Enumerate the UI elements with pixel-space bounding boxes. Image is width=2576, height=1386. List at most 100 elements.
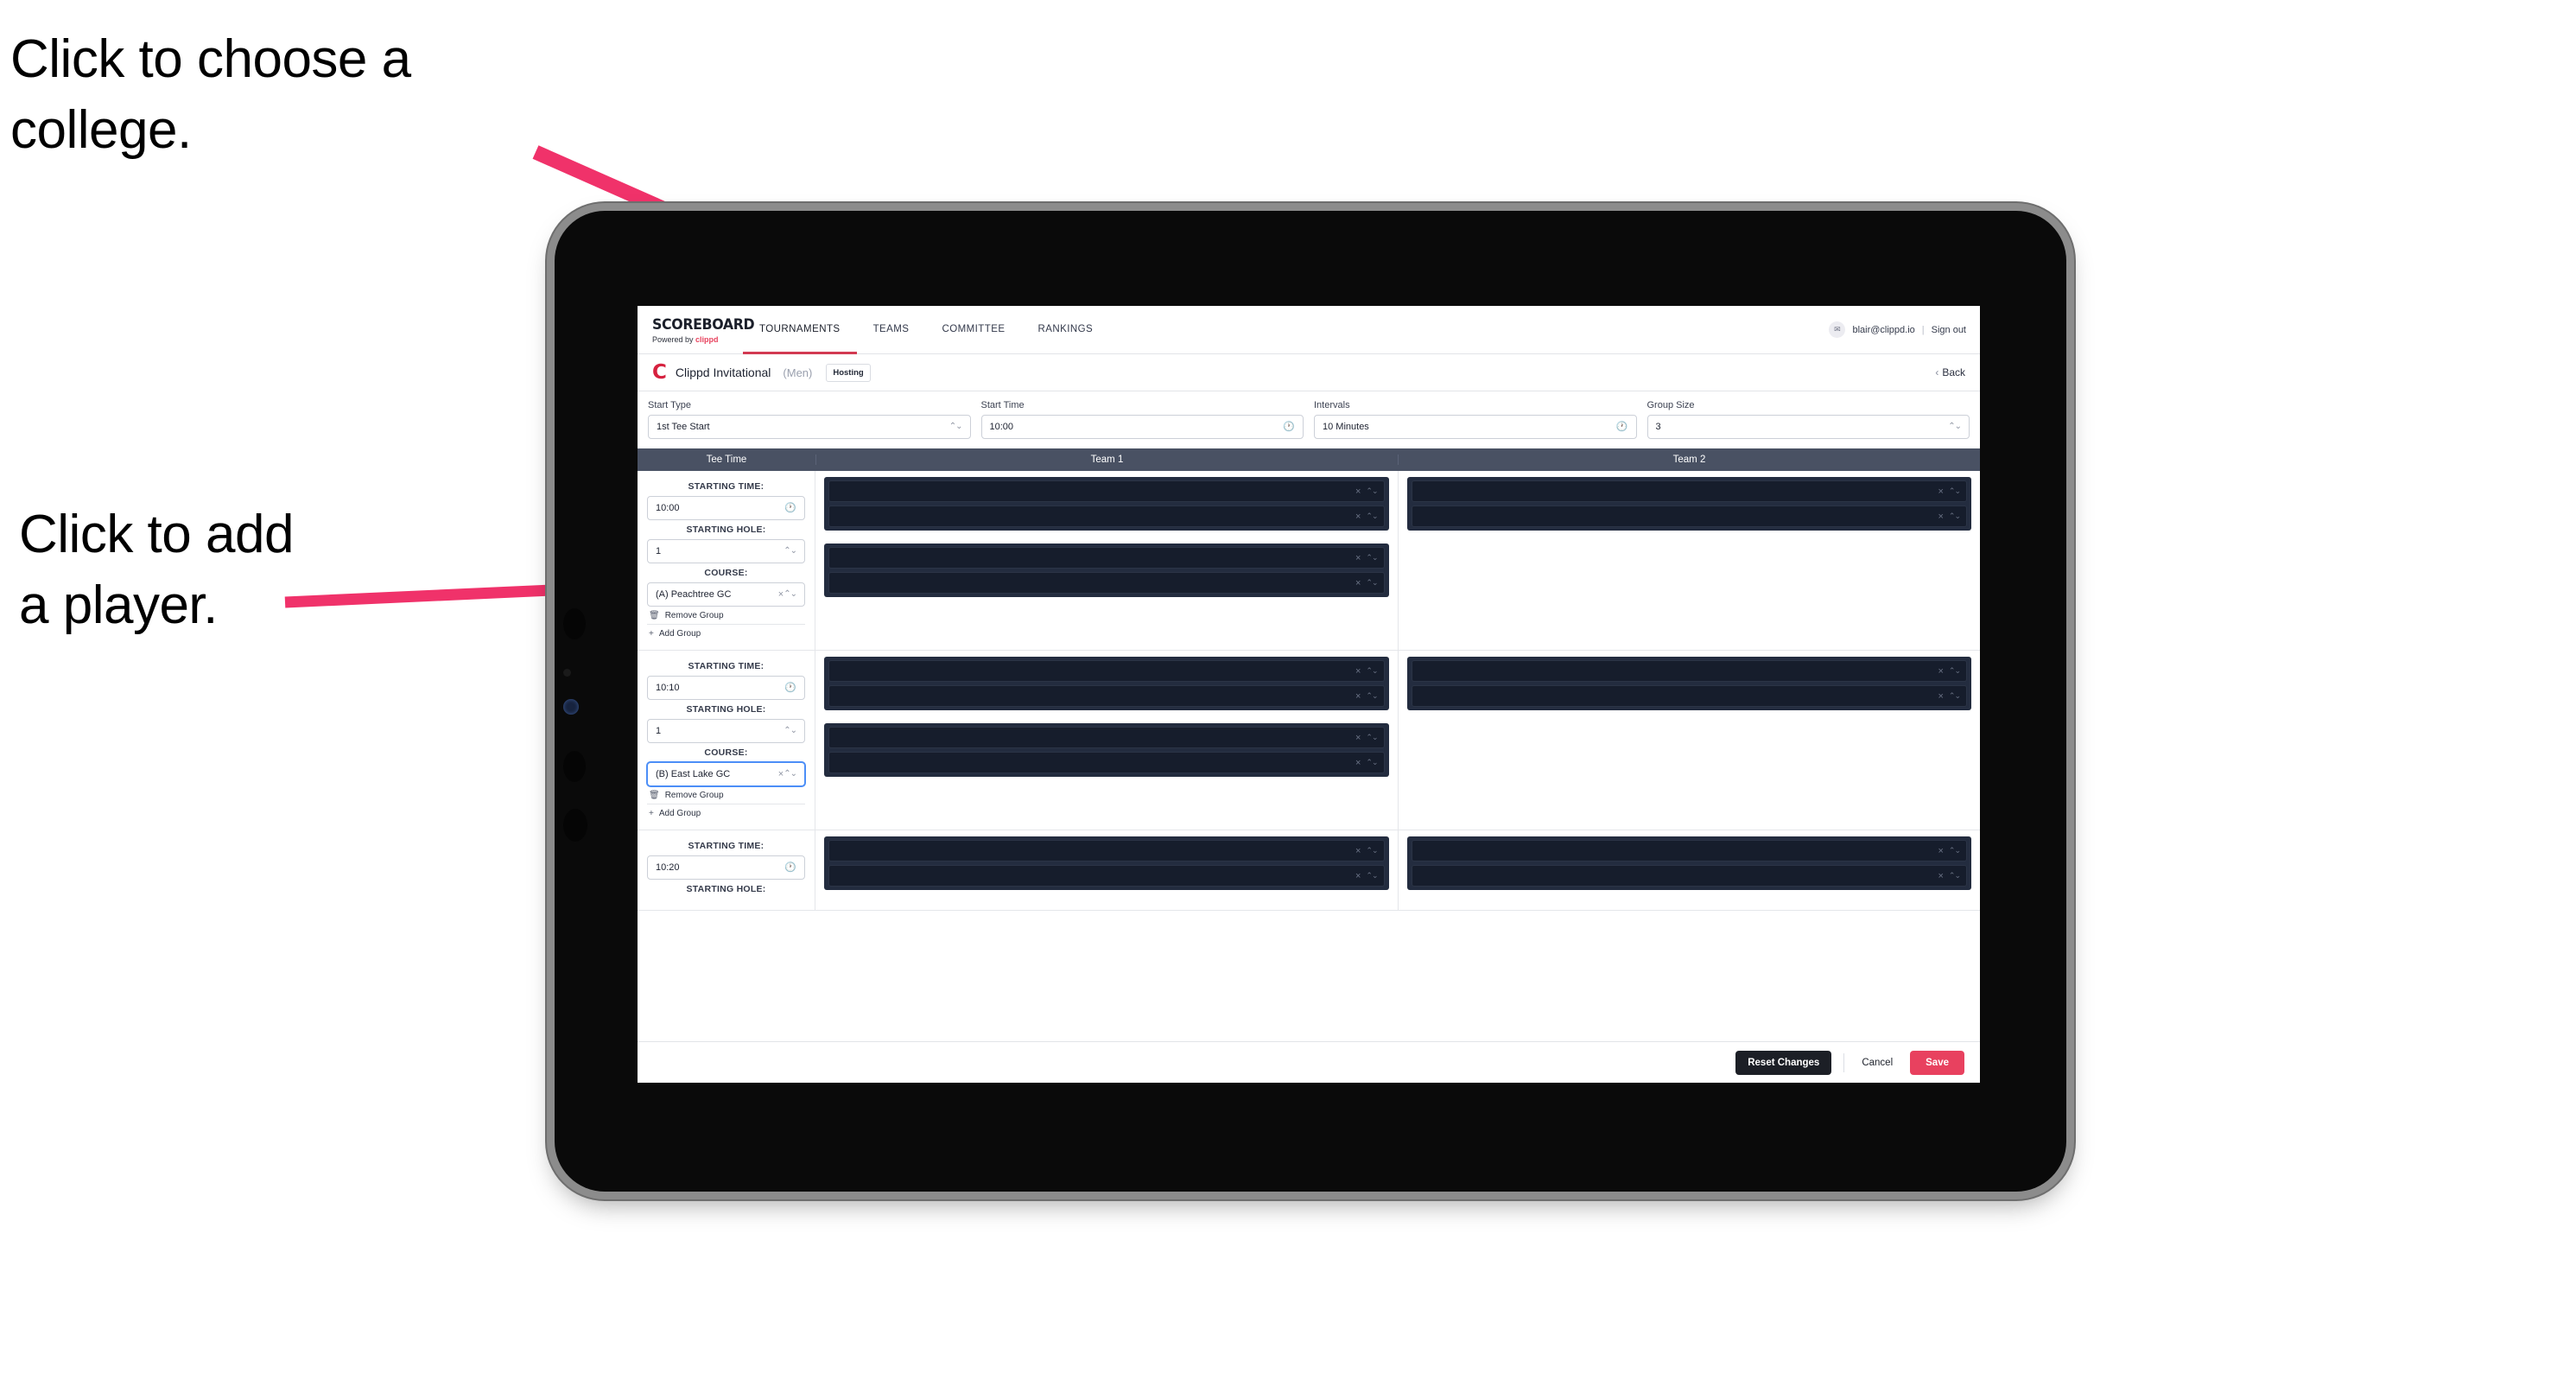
starting-time-input[interactable]: 10:20 🕐 [647,855,805,880]
player-slot[interactable]: × ⌃⌄ [1411,865,1967,887]
starting-time-input[interactable]: 10:10 🕐 [647,676,805,700]
start-time-value: 10:00 [989,422,1014,432]
player-slot[interactable]: × ⌃⌄ [1411,505,1967,527]
label-starting-time: STARTING TIME: [688,841,765,851]
table-header-row: Tee Time Team 1 Team 2 [638,448,1980,471]
device-side-dot [563,809,587,842]
brand-powered-name: clippd [695,334,719,344]
clear-icon[interactable]: × [1938,512,1943,522]
avatar-icon[interactable]: ✉ [1829,321,1846,338]
starting-hole-value: 1 [656,726,662,736]
save-button[interactable]: Save [1910,1051,1964,1075]
course-value: (B) East Lake GC [656,769,731,779]
player-slot-box: × ⌃⌄ × ⌃⌄ [824,723,1389,777]
tournament-subheader: C Clippd Invitational (Men) Hosting ‹ Bac… [638,354,1980,391]
remove-group-button[interactable]: 🗑 Remove Group [647,786,805,804]
clear-icon[interactable]: × [1355,553,1361,563]
back-label: Back [1942,366,1965,378]
player-slot[interactable]: × ⌃⌄ [1411,685,1967,707]
group-size-stepper[interactable]: 3 ⌃⌄ [1646,415,1970,439]
clear-icon[interactable]: × [1355,578,1361,588]
trash-icon: 🗑 [649,791,660,800]
field-intervals: Intervals 10 Minutes 🕐 [1314,400,1637,439]
course-select[interactable]: (A) Peachtree GC × ⌃⌄ [647,582,805,607]
clear-icon[interactable]: × [1355,691,1361,702]
tee-time-table-body[interactable]: STARTING TIME: 10:00 🕐 STARTING HOLE: 1 … [638,471,1980,1042]
starting-time-input[interactable]: 10:00 🕐 [647,496,805,520]
label-start-type: Start Type [648,400,691,410]
player-slot[interactable]: × ⌃⌄ [828,840,1385,861]
course-value: (A) Peachtree GC [656,589,732,600]
label-starting-hole: STARTING HOLE: [686,884,766,894]
sign-out-link[interactable]: Sign out [1932,325,1966,335]
starting-time-value: 10:00 [656,503,680,513]
column-header-team2: Team 2 [1672,455,1706,465]
account-area: ✉ blair@clippd.io | Sign out [1829,306,1980,353]
add-group-button[interactable]: + Add Group [647,625,805,642]
cancel-button[interactable]: Cancel [1856,1051,1898,1075]
team1-cell: × ⌃⌄ × ⌃⌄ × ⌃⌄ × ⌃⌄ [815,471,1399,650]
nav-tab-teams[interactable]: TEAMS [857,306,926,354]
clear-icon[interactable]: × [1355,846,1361,856]
player-slot[interactable]: × ⌃⌄ [828,660,1385,682]
nav-tab-rankings[interactable]: RANKINGS [1021,306,1109,354]
course-select[interactable]: (B) East Lake GC × ⌃⌄ [647,762,805,786]
starting-hole-stepper[interactable]: 1 ⌃⌄ [647,539,805,563]
device-side-dot [563,608,586,639]
clear-icon[interactable]: × [1938,691,1943,702]
label-intervals: Intervals [1314,400,1350,410]
brand-logo[interactable]: SCOREBOARD Powered by clippd [638,306,755,353]
clock-icon: 🕐 [784,861,796,873]
table-row: STARTING TIME: 10:00 🕐 STARTING HOLE: 1 … [638,471,1980,651]
stepper-icon: ⌃⌄ [1948,666,1961,675]
clear-icon[interactable]: × [1938,666,1943,677]
clear-icon[interactable]: × [1355,733,1361,743]
label-starting-time: STARTING TIME: [688,661,765,671]
team2-cell: × ⌃⌄ × ⌃⌄ [1399,471,1981,650]
intervals-input[interactable]: 10 Minutes 🕐 [1314,415,1637,439]
start-time-input[interactable]: 10:00 🕐 [980,415,1304,439]
clear-icon[interactable]: × [1355,512,1361,522]
starting-hole-stepper[interactable]: 1 ⌃⌄ [647,719,805,743]
player-slot[interactable]: × ⌃⌄ [828,727,1385,748]
clear-icon[interactable]: × [1355,666,1361,677]
brand-title: SCOREBOARD [652,315,755,334]
clock-icon: 🕐 [1615,421,1628,432]
clear-icon[interactable]: × [1355,486,1361,497]
player-slot[interactable]: × ⌃⌄ [828,865,1385,887]
player-slot[interactable]: × ⌃⌄ [828,752,1385,773]
player-slot[interactable]: × ⌃⌄ [1411,660,1967,682]
player-slot[interactable]: × ⌃⌄ [1411,480,1967,502]
player-slot[interactable]: × ⌃⌄ [1411,840,1967,861]
player-slot[interactable]: × ⌃⌄ [828,685,1385,707]
clear-icon[interactable]: × [1355,871,1361,881]
add-group-label: Add Group [658,629,701,639]
nav-tab-committee[interactable]: COMMITTEE [925,306,1021,354]
nav-tab-tournaments[interactable]: TOURNAMENTS [743,306,857,354]
brand-powered-prefix: Powered by [652,334,696,344]
stepper-icon: ⌃⌄ [784,589,797,599]
stepper-icon: ⌃⌄ [1948,871,1961,880]
label-group-size: Group Size [1646,400,1695,410]
top-navigation-bar: SCOREBOARD Powered by clippd TOURNAMENTS… [638,306,1980,354]
plus-icon: + [649,629,654,639]
stepper-icon: ⌃⌄ [949,422,963,431]
reset-changes-button[interactable]: Reset Changes [1735,1051,1832,1075]
player-slot[interactable]: × ⌃⌄ [828,505,1385,527]
clear-icon[interactable]: × [1938,846,1943,856]
column-header-team1: Team 1 [816,455,1399,465]
player-slot[interactable]: × ⌃⌄ [828,572,1385,594]
player-slot[interactable]: × ⌃⌄ [828,480,1385,502]
start-type-select[interactable]: 1st Tee Start ⌃⌄ [648,415,971,439]
remove-group-button[interactable]: 🗑 Remove Group [647,607,805,625]
player-slot[interactable]: × ⌃⌄ [828,547,1385,569]
annotation-add-player: Click to add a player. [19,505,294,636]
clear-icon[interactable]: × [1355,758,1361,768]
clear-icon[interactable]: × [1938,486,1943,497]
clear-icon[interactable]: × [1938,871,1943,881]
add-group-button[interactable]: + Add Group [647,804,805,822]
start-type-value: 1st Tee Start [657,422,710,432]
footer-divider [1843,1053,1845,1072]
back-button[interactable]: ‹ Back [1935,366,1965,378]
player-slot-box: × ⌃⌄ × ⌃⌄ [1406,477,1971,531]
